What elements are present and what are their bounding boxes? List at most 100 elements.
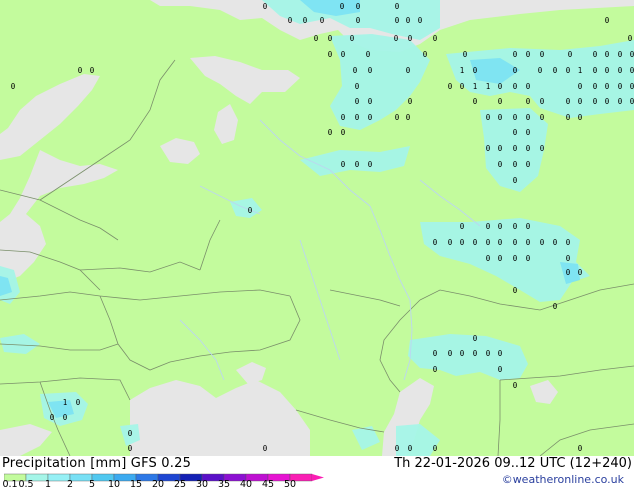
precip-symbol: 0 bbox=[463, 50, 468, 59]
precip-symbol: 0 bbox=[618, 82, 623, 91]
precip-symbol: 0 bbox=[566, 238, 571, 247]
precip-symbol: 0 bbox=[76, 398, 81, 407]
precip-symbol: 0 bbox=[526, 97, 531, 106]
precip-symbol: 0 bbox=[355, 113, 360, 122]
precip-symbol: 0 bbox=[433, 238, 438, 247]
precip-symbol: 0 bbox=[566, 113, 571, 122]
precip-symbol: 0 bbox=[328, 34, 333, 43]
precip-symbol: 0 bbox=[526, 113, 531, 122]
precip-symbol: 0 bbox=[498, 82, 503, 91]
precip-symbol: 0 bbox=[355, 97, 360, 106]
precip-symbol: 0 bbox=[303, 16, 308, 25]
precipitation-map[interactable]: 0000000000000000000000000000000000000100… bbox=[0, 0, 634, 456]
precip-symbol: 0 bbox=[406, 16, 411, 25]
precip-symbol: 0 bbox=[498, 113, 503, 122]
precip-symbol: 0 bbox=[368, 113, 373, 122]
precip-symbol: 0 bbox=[368, 66, 373, 75]
precip-symbol: 0 bbox=[498, 254, 503, 263]
precip-symbol: 0 bbox=[526, 144, 531, 153]
precip-symbol: 0 bbox=[395, 113, 400, 122]
precip-symbol: 0 bbox=[513, 254, 518, 263]
precip-symbol: 0 bbox=[605, 66, 610, 75]
scale-label: 1 bbox=[44, 479, 52, 490]
precip-symbol: 0 bbox=[498, 97, 503, 106]
map-footer: Precipitation [mm] GFS 0.25 Th 22-01-202… bbox=[0, 456, 634, 490]
precip-symbol: 0 bbox=[406, 66, 411, 75]
scale-label: 0.1 bbox=[2, 479, 18, 490]
precip-symbol: 0 bbox=[593, 66, 598, 75]
lake-ladoga-water bbox=[160, 138, 200, 164]
precip-symbol: 1 bbox=[486, 82, 491, 91]
precip-symbol: 0 bbox=[526, 238, 531, 247]
weather-map-page: 0000000000000000000000000000000000000100… bbox=[0, 0, 634, 490]
precip-symbol: 0 bbox=[328, 50, 333, 59]
precip-symbol: 0 bbox=[566, 66, 571, 75]
precip-symbol: 1 bbox=[460, 66, 465, 75]
precip-symbol: 0 bbox=[578, 113, 583, 122]
precip-symbol: 0 bbox=[513, 82, 518, 91]
precip-symbol: 0 bbox=[486, 238, 491, 247]
precip-symbol: 0 bbox=[408, 444, 413, 453]
precip-symbol: 0 bbox=[263, 444, 268, 453]
precip-symbol: 1 bbox=[473, 82, 478, 91]
precip-symbol: 0 bbox=[498, 160, 503, 169]
precip-symbol: 0 bbox=[11, 82, 16, 91]
precip-symbol: 0 bbox=[498, 222, 503, 231]
precip-symbol: 0 bbox=[320, 16, 325, 25]
precip-symbol: 0 bbox=[340, 2, 345, 11]
precip-symbol: 0 bbox=[513, 222, 518, 231]
precip-symbol: 0 bbox=[355, 160, 360, 169]
precip-symbol: 0 bbox=[553, 66, 558, 75]
precip-symbol: 0 bbox=[355, 82, 360, 91]
scale-label: 50 bbox=[283, 479, 297, 490]
precip-symbol: 0 bbox=[473, 66, 478, 75]
precip-symbol: 0 bbox=[513, 381, 518, 390]
precip-symbol: 0 bbox=[395, 444, 400, 453]
precip-symbol: 0 bbox=[628, 34, 633, 43]
precip-symbol: 0 bbox=[78, 66, 83, 75]
precip-symbol: 0 bbox=[593, 97, 598, 106]
precip-symbol: 0 bbox=[473, 349, 478, 358]
precip-symbol: 0 bbox=[566, 268, 571, 277]
precip-symbol: 0 bbox=[473, 334, 478, 343]
precip-symbol: 0 bbox=[605, 82, 610, 91]
scale-label: 45 bbox=[261, 479, 275, 490]
precip-symbol: 0 bbox=[498, 238, 503, 247]
precip-symbol: 0 bbox=[498, 365, 503, 374]
white-sea-inner-water bbox=[190, 56, 300, 104]
precip-symbol: 0 bbox=[460, 82, 465, 91]
precip-symbol: 0 bbox=[513, 128, 518, 137]
precip-symbol: 0 bbox=[395, 16, 400, 25]
precip-symbol: 0 bbox=[448, 238, 453, 247]
precip-symbol: 0 bbox=[630, 66, 634, 75]
precip-symbol: 0 bbox=[605, 50, 610, 59]
precip-symbol: 0 bbox=[513, 66, 518, 75]
precip-symbol: 0 bbox=[578, 82, 583, 91]
precip-symbol: 0 bbox=[394, 34, 399, 43]
scale-label: 30 bbox=[195, 479, 209, 490]
precip-symbol: 0 bbox=[473, 238, 478, 247]
black-sea-water bbox=[130, 380, 310, 456]
precip-symbol: 0 bbox=[593, 50, 598, 59]
precip-symbol: 0 bbox=[605, 97, 610, 106]
precip-symbol: 0 bbox=[486, 222, 491, 231]
precip-symbol: 0 bbox=[341, 50, 346, 59]
precip-symbol: 0 bbox=[538, 66, 543, 75]
precip-symbol: 0 bbox=[433, 349, 438, 358]
precip-symbol: 0 bbox=[605, 16, 610, 25]
scale-label: 0.5 bbox=[18, 479, 34, 490]
precip-symbol: 0 bbox=[553, 302, 558, 311]
precip-symbol: 0 bbox=[540, 97, 545, 106]
scale-label: 35 bbox=[217, 479, 231, 490]
precip-symbol: 0 bbox=[50, 413, 55, 422]
precip-symbol: 0 bbox=[618, 97, 623, 106]
precip-symbol: 0 bbox=[341, 160, 346, 169]
precip-symbol: 0 bbox=[433, 444, 438, 453]
precip-symbol: 0 bbox=[328, 128, 333, 137]
precip-symbol: 0 bbox=[513, 144, 518, 153]
precip-symbol: 0 bbox=[350, 34, 355, 43]
precip-symbol: 0 bbox=[460, 349, 465, 358]
source-credit-link[interactable]: ©weatheronline.co.uk bbox=[502, 473, 624, 486]
precip-symbol: 0 bbox=[566, 97, 571, 106]
precip-symbol: 0 bbox=[90, 66, 95, 75]
